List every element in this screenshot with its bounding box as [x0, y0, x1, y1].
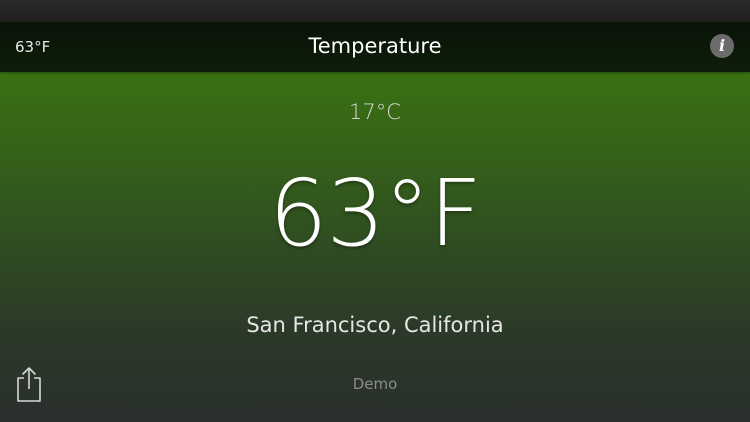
navigation-bar: 63°F Temperature i: [0, 22, 750, 72]
share-button[interactable]: [15, 365, 43, 403]
nav-temperature-button[interactable]: 63°F: [15, 22, 50, 72]
fahrenheit-reading: 63°F: [269, 160, 482, 267]
app-screen: 63°F Temperature i 17°C 63°F San Francis…: [0, 0, 750, 422]
location-label[interactable]: San Francisco, California: [0, 313, 750, 337]
status-bar: [0, 0, 750, 22]
info-button[interactable]: i: [710, 34, 734, 58]
share-icon: [17, 367, 41, 402]
info-icon: i: [718, 36, 726, 55]
page-title: Temperature: [308, 34, 442, 58]
demo-label: Demo: [352, 375, 398, 393]
celsius-reading: 17°C: [349, 100, 401, 124]
